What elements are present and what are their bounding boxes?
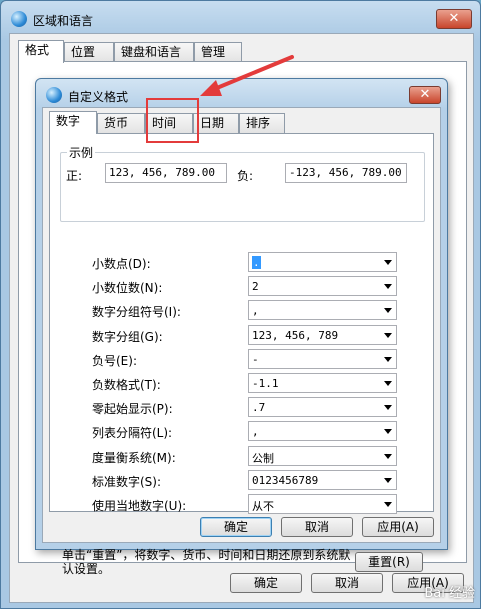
- chevron-down-icon[interactable]: [384, 502, 392, 507]
- dropdown-value: 2: [252, 280, 259, 294]
- chevron-down-icon[interactable]: [384, 453, 392, 459]
- dialog-client: 数字 货币 时间 日期 排序 示例 正: 123, 456, 789.00 负:…: [42, 107, 441, 576]
- outer-ok-button[interactable]: 确定: [230, 573, 302, 593]
- chevron-down-icon[interactable]: [384, 332, 392, 338]
- setting-label: 列表分隔符(L):: [92, 426, 173, 441]
- setting-label: 负数格式(T):: [92, 378, 161, 392]
- tab-numbers[interactable]: 数字: [49, 111, 97, 134]
- setting-dropdown[interactable]: 0123456789: [248, 469, 397, 490]
- setting-label: 数字分组(G):: [92, 329, 163, 344]
- setting-label: 使用当地数字(U):: [92, 499, 187, 513]
- customize-format-dialog: 自定义格式 ✕ 数字 货币 时间 日期 排序 示例 正: 123, 456, 7…: [35, 78, 448, 576]
- setting-dropdown[interactable]: .: [248, 252, 397, 272]
- tab-keyboards-languages[interactable]: 键盘和语言: [114, 42, 194, 62]
- outer-titlebar: 区域和语言 ✕: [9, 9, 472, 31]
- setting-label: 度量衡系统(M):: [92, 450, 176, 465]
- tab-sorting[interactable]: 排序: [239, 113, 285, 133]
- reset-button[interactable]: 重置(R): [355, 552, 423, 572]
- dropdown-value: 公制: [252, 451, 274, 465]
- watermark: Bai 经验: [424, 586, 475, 601]
- dropdown-value: -1.1: [252, 377, 279, 390]
- setting-label: 零起始显示(P):: [92, 402, 173, 417]
- dialog-titlebar: 自定义格式 ✕: [42, 84, 441, 106]
- setting-dropdown[interactable]: -1.1: [248, 373, 397, 393]
- globe-icon: [11, 11, 27, 27]
- globe-icon: [46, 87, 62, 103]
- dropdown-value: .: [252, 256, 261, 269]
- setting-label: 负号(E):: [92, 353, 137, 368]
- dropdown-value: -: [252, 352, 259, 366]
- setting-label: 小数点(D):: [92, 257, 151, 271]
- highlight-box: [146, 98, 199, 143]
- tab-date[interactable]: 日期: [193, 113, 239, 133]
- outer-close-button[interactable]: ✕: [436, 9, 472, 29]
- dropdown-value: .7: [252, 401, 266, 415]
- setting-dropdown[interactable]: 123, 456, 789: [248, 324, 397, 345]
- chevron-down-icon[interactable]: [384, 284, 392, 290]
- setting-label: 小数位数(N):: [92, 281, 163, 296]
- negative-example-field: -123, 456, 789.00: [285, 163, 407, 183]
- example-label: 示例: [67, 144, 96, 161]
- tab-administrative[interactable]: 管理: [194, 42, 242, 62]
- chevron-down-icon[interactable]: [384, 260, 392, 265]
- setting-dropdown[interactable]: 2: [248, 276, 397, 297]
- dialog-title: 自定义格式: [68, 90, 129, 104]
- dropdown-value: ,: [252, 425, 259, 439]
- setting-dropdown[interactable]: 公制: [248, 445, 397, 466]
- setting-dropdown[interactable]: ,: [248, 421, 397, 442]
- reset-note: 单击“重置”，将数字、货币、时间和日期还原到系统默认设置。: [62, 548, 351, 576]
- dialog-ok-button[interactable]: 确定: [200, 517, 272, 537]
- tab-location[interactable]: 位置: [64, 42, 114, 62]
- negative-label: 负:: [237, 169, 254, 183]
- setting-label: 标准数字(S):: [92, 474, 162, 489]
- dropdown-value: 从不: [252, 500, 274, 513]
- dialog-apply-button[interactable]: 应用(A): [362, 517, 434, 537]
- chevron-down-icon[interactable]: [384, 477, 392, 483]
- positive-label: 正:: [66, 169, 83, 183]
- chevron-down-icon[interactable]: [384, 356, 392, 362]
- tab-formats[interactable]: 格式: [18, 40, 64, 63]
- chevron-down-icon[interactable]: [384, 429, 392, 435]
- numbers-panel: 示例 正: 123, 456, 789.00 负: -123, 456, 789…: [49, 133, 434, 576]
- setting-dropdown[interactable]: -: [248, 348, 397, 369]
- example-group: 示例 正: 123, 456, 789.00 负: -123, 456, 789…: [60, 144, 425, 222]
- dialog-cancel-button[interactable]: 取消: [281, 517, 353, 537]
- chevron-down-icon[interactable]: [384, 381, 392, 386]
- setting-dropdown[interactable]: .7: [248, 397, 397, 418]
- positive-example-field: 123, 456, 789.00: [105, 163, 227, 183]
- outer-cancel-button[interactable]: 取消: [311, 573, 383, 593]
- dropdown-value: 0123456789: [252, 473, 319, 487]
- outer-title: 区域和语言: [33, 14, 94, 28]
- tab-currency[interactable]: 货币: [97, 113, 145, 133]
- setting-label: 数字分组符号(I):: [92, 305, 181, 320]
- chevron-down-icon[interactable]: [384, 405, 392, 411]
- dialog-close-button[interactable]: ✕: [409, 86, 441, 104]
- chevron-down-icon[interactable]: [384, 308, 392, 314]
- dropdown-value: ,: [252, 304, 259, 318]
- dropdown-value: 123, 456, 789: [252, 328, 339, 342]
- setting-dropdown[interactable]: 从不: [248, 494, 397, 514]
- setting-dropdown[interactable]: ,: [248, 300, 397, 321]
